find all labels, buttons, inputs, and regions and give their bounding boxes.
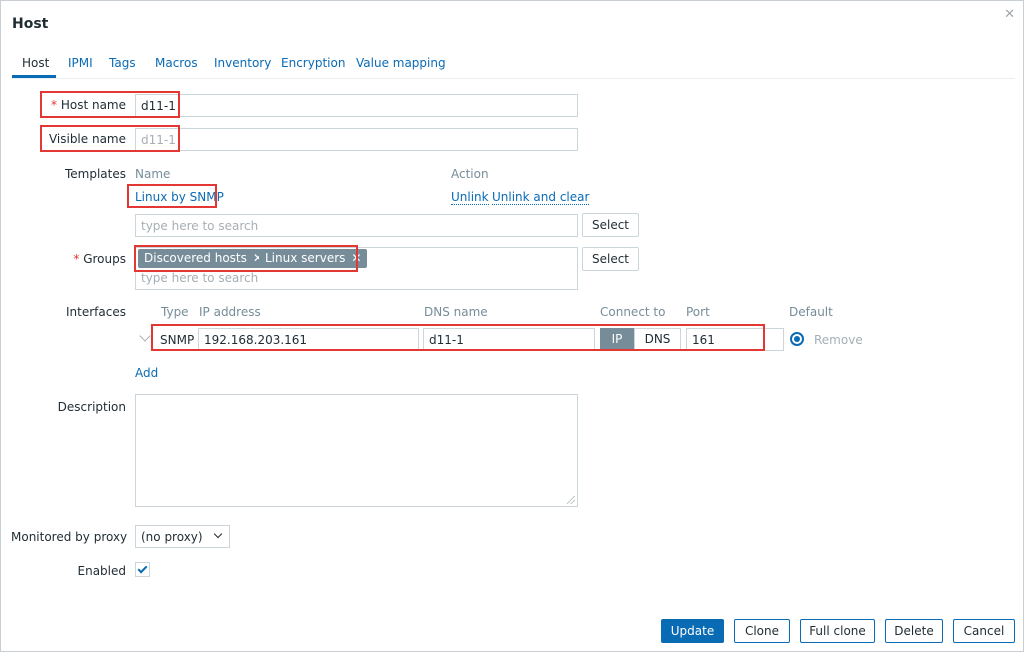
chevron-down-icon[interactable] xyxy=(139,330,151,342)
groups-search-input[interactable]: type here to search xyxy=(141,271,258,285)
add-interface-link[interactable]: Add xyxy=(135,366,158,380)
groups-label-text: Groups xyxy=(83,252,126,266)
clone-button[interactable]: Clone xyxy=(734,619,790,643)
remove-interface-link[interactable]: Remove xyxy=(814,333,863,347)
active-tab-indicator xyxy=(12,75,56,78)
visible-name-label: Visible name xyxy=(48,132,126,146)
visible-name-input[interactable]: d11-1 xyxy=(135,128,578,151)
interfaces-col-dns: DNS name xyxy=(424,305,488,319)
templates-col-name: Name xyxy=(135,167,171,181)
full-clone-button[interactable]: Full clone xyxy=(800,619,875,643)
host-name-label-text: Host name xyxy=(60,98,126,112)
group-chip: Linux servers ✕ xyxy=(259,249,368,268)
interface-port-input[interactable]: 161 xyxy=(686,328,784,351)
tab-tags[interactable]: Tags xyxy=(109,56,136,70)
proxy-select[interactable]: (no proxy) xyxy=(135,525,230,548)
groups-label: * Groups xyxy=(41,252,126,266)
delete-button[interactable]: Delete xyxy=(885,619,943,643)
tab-value-mapping[interactable]: Value mapping xyxy=(356,56,446,70)
interface-type: SNMP xyxy=(160,333,195,347)
enabled-label: Enabled xyxy=(77,564,127,578)
unlink-and-clear-link[interactable]: Unlink and clear xyxy=(492,190,590,205)
interfaces-col-connect: Connect to xyxy=(600,305,666,319)
templates-label: Templates xyxy=(64,167,126,181)
proxy-select-value: (no proxy) xyxy=(141,530,203,544)
group-chip-label: Linux servers xyxy=(265,251,346,265)
connect-ip-toggle[interactable]: IP xyxy=(600,328,634,351)
interfaces-label: Interfaces xyxy=(66,305,126,319)
tab-bar: Host IPMI Tags Macros Inventory Encrypti… xyxy=(12,56,1015,79)
interface-dns-input[interactable]: d11-1 xyxy=(423,328,595,351)
templates-col-action: Action xyxy=(451,167,489,181)
groups-select-button[interactable]: Select xyxy=(582,247,639,271)
required-mark: * xyxy=(51,98,57,112)
close-icon[interactable]: ✕ xyxy=(1004,7,1015,22)
dialog-title: Host xyxy=(12,16,49,32)
tab-ipmi[interactable]: IPMI xyxy=(68,56,93,70)
enabled-checkbox[interactable] xyxy=(135,562,150,577)
unlink-link[interactable]: Unlink xyxy=(451,190,489,205)
connect-dns-toggle[interactable]: DNS xyxy=(634,328,681,351)
host-name-label: * Host name xyxy=(41,98,126,112)
interface-ip-input[interactable]: 192.168.203.161 xyxy=(198,328,419,351)
required-mark: * xyxy=(73,252,80,266)
checkmark-icon xyxy=(137,563,148,574)
tab-encryption[interactable]: Encryption xyxy=(281,56,345,70)
group-chip: Discovered hosts ✕ xyxy=(138,249,269,268)
description-textarea[interactable] xyxy=(135,394,578,507)
host-dialog: Host ✕ Host IPMI Tags Macros Inventory E… xyxy=(0,0,1024,652)
interfaces-col-default: Default xyxy=(789,305,833,319)
templates-select-button[interactable]: Select xyxy=(582,213,639,237)
chevron-down-icon xyxy=(213,529,223,539)
close-icon[interactable]: ✕ xyxy=(351,251,361,265)
proxy-label: Monitored by proxy xyxy=(11,530,128,544)
cancel-button[interactable]: Cancel xyxy=(953,619,1015,643)
update-button[interactable]: Update xyxy=(661,619,724,643)
description-label: Description xyxy=(57,400,126,414)
templates-search-input[interactable]: type here to search xyxy=(135,214,578,237)
host-name-input[interactable]: d11-1 xyxy=(135,94,578,117)
tab-host[interactable]: Host xyxy=(22,56,49,70)
tab-inventory[interactable]: Inventory xyxy=(214,56,271,70)
interfaces-col-port: Port xyxy=(686,305,710,319)
template-link-linux-by-snmp[interactable]: Linux by SNMP xyxy=(135,190,224,204)
resize-handle-icon[interactable] xyxy=(567,496,575,504)
default-interface-radio[interactable] xyxy=(790,332,804,346)
interfaces-col-type: Type xyxy=(161,305,189,319)
group-chip-label: Discovered hosts xyxy=(144,251,247,265)
interfaces-col-ip: IP address xyxy=(199,305,261,319)
tab-macros[interactable]: Macros xyxy=(155,56,198,70)
